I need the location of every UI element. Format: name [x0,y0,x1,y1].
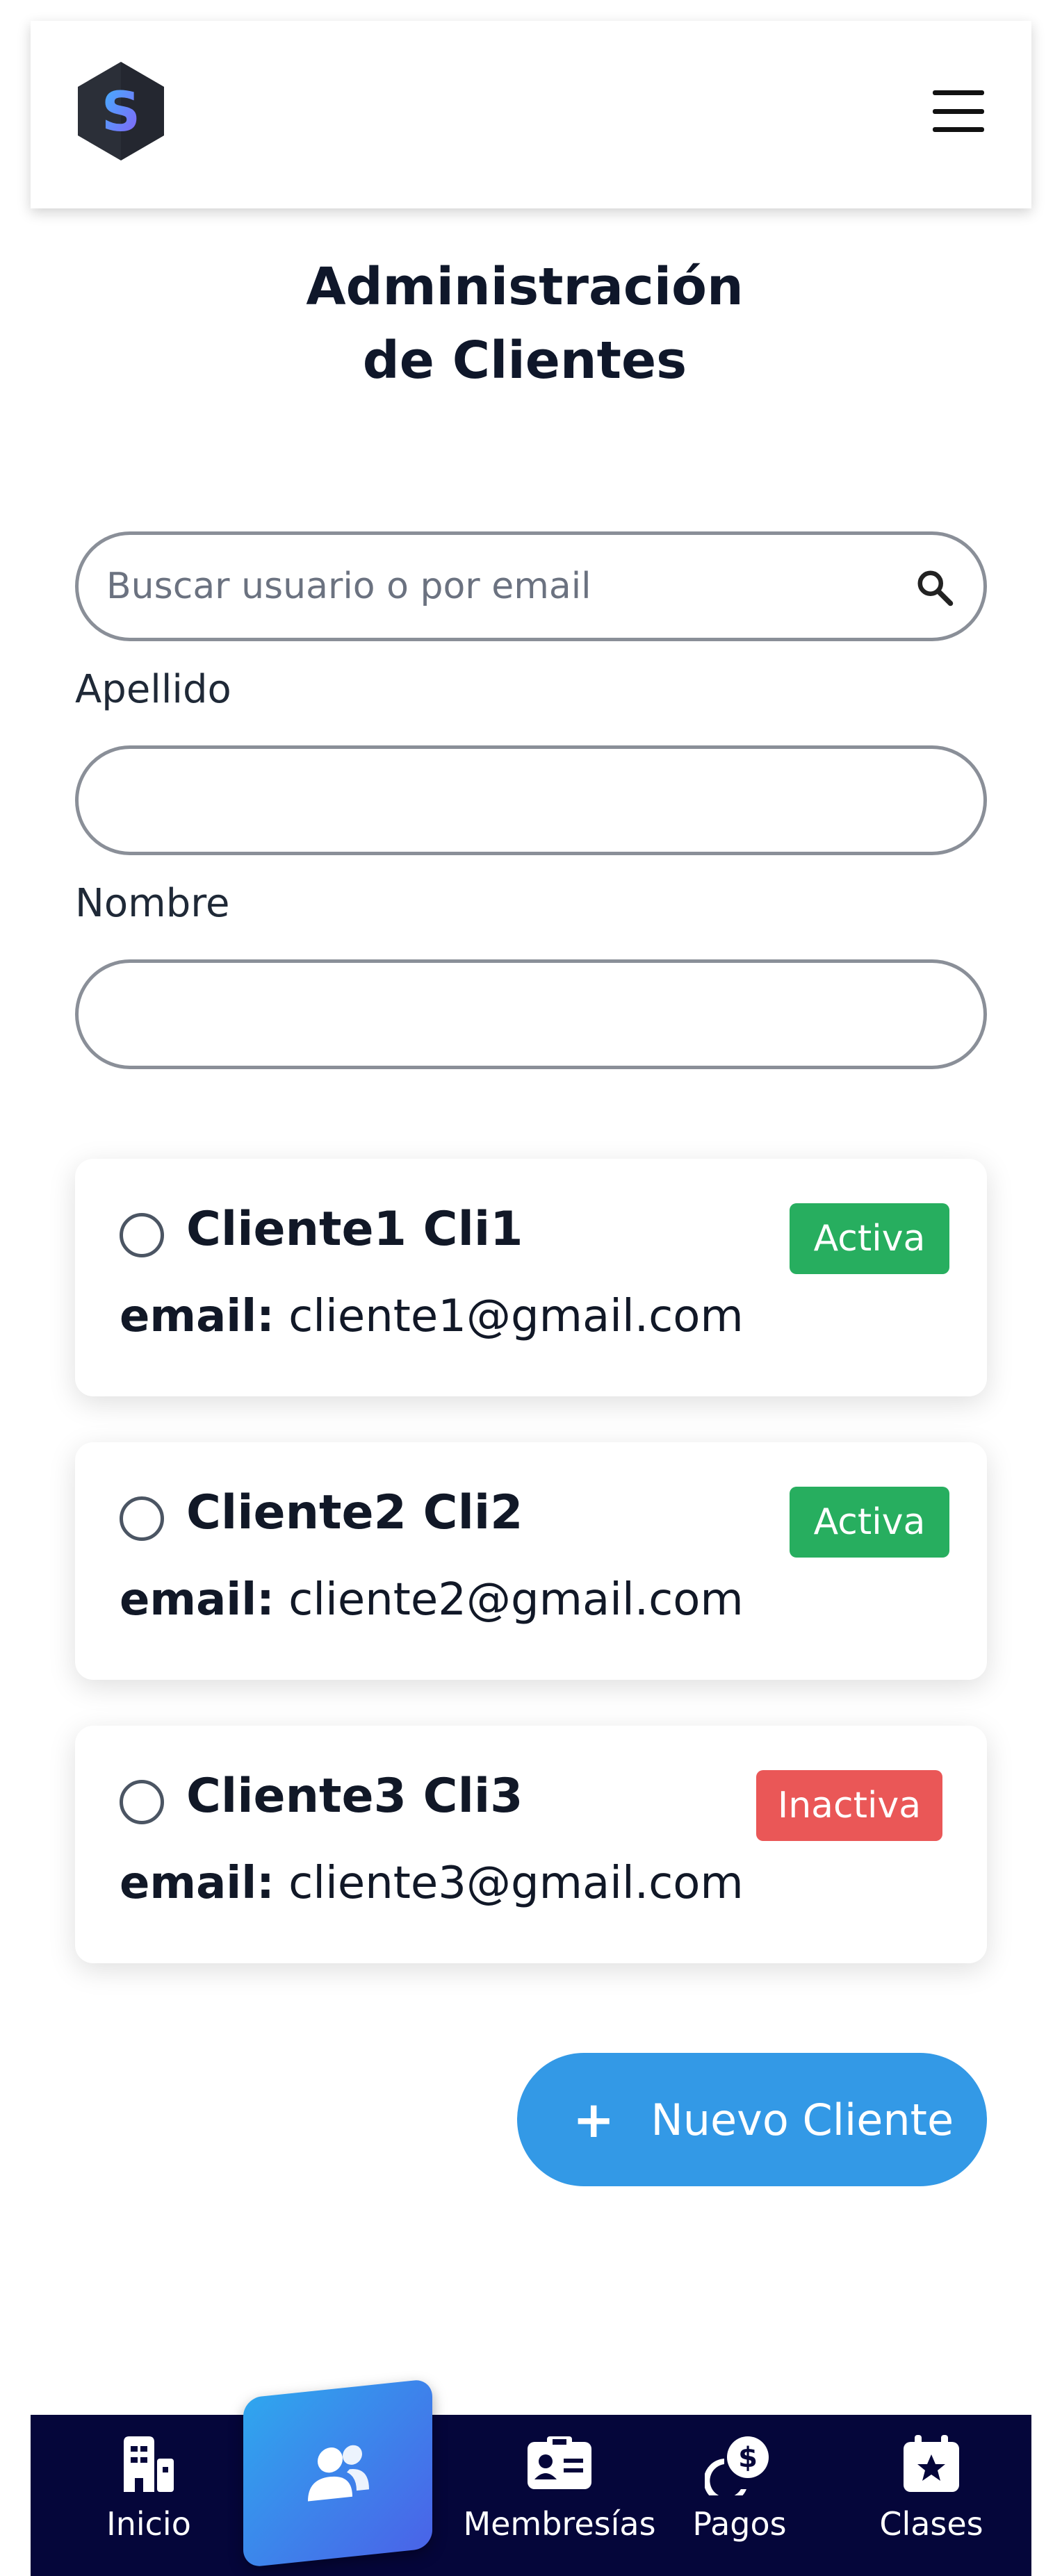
nav-label: Membresías [463,2505,656,2543]
building-icon [124,2436,174,2492]
nombre-field[interactable] [75,959,987,1069]
client-email: cliente1@gmail.com [288,1291,744,1342]
client-email: cliente3@gmail.com [288,1858,744,1909]
page-title-line1: Administración [306,257,744,317]
client-email: cliente2@gmail.com [288,1574,744,1626]
client-card[interactable]: Cliente2 Cli2 Activa email: cliente2@gma… [75,1442,987,1680]
nombre-label: Nombre [75,881,230,926]
nav-item-clases[interactable]: Clases [855,2415,1008,2576]
status-badge: Activa [790,1487,949,1558]
client-select-radio[interactable] [120,1780,164,1824]
new-client-button[interactable]: + Nuevo Cliente [517,2053,987,2186]
client-name: Cliente1 Cli1 [186,1202,523,1257]
client-email-row: email: cliente2@gmail.com [120,1574,744,1626]
plus-icon: + [573,2090,615,2149]
nav-label: Pagos [692,2505,787,2543]
client-email-row: email: cliente1@gmail.com [120,1291,744,1342]
svg-text:$: $ [738,2442,758,2474]
svg-text:S: S [101,81,140,144]
nav-label: Clases [879,2505,983,2543]
hamburger-menu-icon[interactable] [933,90,984,132]
new-client-label: Nuevo Cliente [651,2094,954,2145]
email-label: email: [120,1858,275,1909]
app-logo[interactable]: S [72,59,170,163]
search-box [75,531,987,641]
client-card[interactable]: Cliente3 Cli3 Inactiva email: cliente3@g… [75,1726,987,1963]
nav-item-pagos[interactable]: $ Pagos [663,2415,816,2576]
id-card-icon [528,2436,591,2489]
nav-item-membresias[interactable]: Membresías [438,2415,681,2576]
search-input[interactable] [106,535,906,638]
status-badge: Inactiva [756,1770,942,1841]
client-email-row: email: cliente3@gmail.com [120,1858,744,1909]
nav-item-inicio[interactable]: Inicio [72,2415,225,2576]
users-icon [308,2445,369,2502]
client-name: Cliente3 Cli3 [186,1769,523,1824]
client-name: Cliente2 Cli2 [186,1485,523,1540]
apellido-label: Apellido [75,667,231,712]
calendar-star-icon [904,2435,959,2492]
page-title: Administración de Clientes [0,250,1049,397]
bottom-nav: Inicio Membresías $ Pagos Clases [31,2415,1031,2576]
search-icon[interactable] [914,567,956,609]
coins-icon: $ [705,2436,769,2495]
client-select-radio[interactable] [120,1213,164,1257]
nav-label: Inicio [106,2505,191,2543]
client-card[interactable]: Cliente1 Cli1 Activa email: cliente1@gma… [75,1159,987,1396]
status-badge: Activa [790,1203,949,1274]
email-label: email: [120,1291,275,1342]
page-title-line2: de Clientes [362,331,687,390]
apellido-field[interactable] [75,745,987,855]
nav-item-clientes-active[interactable] [243,2378,432,2568]
client-select-radio[interactable] [120,1496,164,1541]
top-navbar: S [31,21,1031,208]
email-label: email: [120,1574,275,1626]
